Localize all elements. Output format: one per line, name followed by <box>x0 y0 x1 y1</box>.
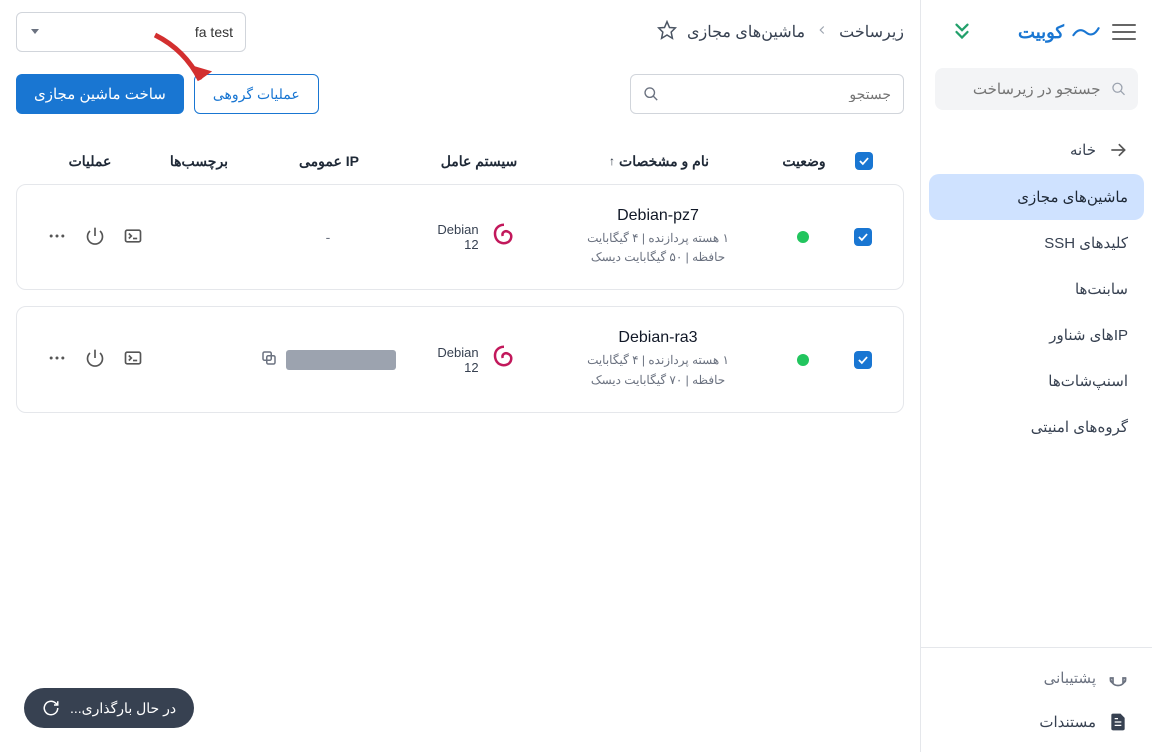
footer-docs[interactable]: مستندات <box>929 700 1144 744</box>
breadcrumb-root[interactable]: زیرساخت <box>839 22 904 42</box>
toast-text: در حال بارگذاری... <box>70 700 176 717</box>
ip-value: - <box>326 229 331 245</box>
breadcrumb: زیرساخت ماشین‌های مجازی <box>657 20 904 45</box>
nav-floating-ips[interactable]: IPهای شناور <box>929 312 1144 358</box>
vm-search-input[interactable] <box>667 86 891 102</box>
project-selected: fa test <box>195 24 233 40</box>
os-name: Debian <box>437 345 478 360</box>
header-ip: IP عمومی <box>254 153 404 170</box>
search-icon <box>643 85 659 103</box>
nav-subnets[interactable]: سابنت‌ها <box>929 266 1144 312</box>
select-all-checkbox[interactable] <box>855 152 873 170</box>
nav-label: گروه‌های امنیتی <box>1031 418 1128 436</box>
sidebar-search-input[interactable] <box>947 81 1101 98</box>
nav-label: سابنت‌ها <box>1075 280 1128 298</box>
secondary-logo-icon <box>948 18 976 46</box>
copy-icon[interactable] <box>260 349 278 370</box>
arrow-right-icon <box>1108 140 1128 160</box>
footer-label: پشتیبانی <box>1044 669 1096 687</box>
menu-icon[interactable] <box>1112 20 1136 44</box>
nav-list: خانه ماشین‌های مجازی کلیدهای SSH سابنت‌ه… <box>921 122 1152 454</box>
nav-security-groups[interactable]: گروه‌های امنیتی <box>929 404 1144 450</box>
search-icon <box>1111 80 1126 98</box>
header-name[interactable]: نام و مشخصات ↑ <box>554 153 764 170</box>
status-dot <box>797 354 809 366</box>
nav-ssh-keys[interactable]: کلیدهای SSH <box>929 220 1144 266</box>
group-operations-button[interactable]: عملیات گروهی <box>194 74 319 114</box>
caret-down-icon <box>29 24 41 40</box>
nav-label: اسنپ‌شات‌ها <box>1048 372 1128 390</box>
header-tags: برچسب‌ها <box>144 153 254 170</box>
support-icon <box>1108 668 1128 688</box>
chevron-left-icon <box>815 23 829 42</box>
header-actions: عملیات <box>36 153 144 170</box>
favorite-star-icon[interactable] <box>657 20 677 45</box>
vm-spec: ۱ هسته پردازنده | ۴ گیگابایتحافظه | ۵۰ گ… <box>587 229 729 267</box>
nav-label: خانه <box>1070 141 1096 159</box>
brand-name: کوبیت <box>1018 22 1064 43</box>
row-checkbox[interactable] <box>854 351 872 369</box>
toolbar: عملیات گروهی ساخت ماشین مجازی <box>16 74 904 114</box>
os-name: Debian <box>437 222 478 237</box>
nav-snapshots[interactable]: اسنپ‌شات‌ها <box>929 358 1144 404</box>
power-icon[interactable] <box>85 226 105 249</box>
sort-asc-icon: ↑ <box>609 154 615 168</box>
nav-vms[interactable]: ماشین‌های مجازی <box>929 174 1144 220</box>
vm-search[interactable] <box>630 74 904 114</box>
table-header: وضعیت نام و مشخصات ↑ سیستم عامل IP عمومی… <box>16 138 904 184</box>
sidebar-header: کوبیت <box>921 0 1152 64</box>
project-select[interactable]: fa test <box>16 12 246 52</box>
logo-wave-icon <box>1072 21 1100 44</box>
console-icon[interactable] <box>123 348 143 371</box>
vm-name: Debian-ra3 <box>587 329 729 347</box>
footer-support[interactable]: پشتیبانی <box>929 656 1144 700</box>
nav-label: ماشین‌های مجازی <box>1017 188 1128 206</box>
debian-icon <box>489 221 519 254</box>
refresh-icon <box>42 699 60 717</box>
table-row[interactable]: Debian-pz7 ۱ هسته پردازنده | ۴ گیگابایتح… <box>16 184 904 290</box>
row-checkbox[interactable] <box>854 228 872 246</box>
vm-name: Debian-pz7 <box>587 207 729 225</box>
power-icon[interactable] <box>85 348 105 371</box>
nav-home[interactable]: خانه <box>929 126 1144 174</box>
header-status: وضعیت <box>764 153 844 170</box>
console-icon[interactable] <box>123 226 143 249</box>
topbar: زیرساخت ماشین‌های مجازی fa test <box>16 0 904 64</box>
doc-icon <box>1108 712 1128 732</box>
table-row[interactable]: Debian-ra3 ۱ هسته پردازنده | ۴ گیگابایتح… <box>16 306 904 412</box>
main: زیرساخت ماشین‌های مجازی fa test عملیات گ… <box>0 0 920 752</box>
create-vm-button[interactable]: ساخت ماشین مجازی <box>16 74 184 114</box>
more-icon[interactable] <box>47 226 67 249</box>
brand-logo[interactable]: کوبیت <box>1018 21 1100 44</box>
footer-label: مستندات <box>1039 713 1096 731</box>
status-dot <box>797 231 809 243</box>
nav-label: کلیدهای SSH <box>1044 234 1128 252</box>
breadcrumb-current: ماشین‌های مجازی <box>687 22 805 42</box>
header-os: سیستم عامل <box>404 153 554 170</box>
ip-redacted <box>286 350 396 370</box>
nav-label: IPهای شناور <box>1049 326 1128 344</box>
sidebar-search[interactable] <box>935 68 1138 110</box>
os-ver: 12 <box>437 237 478 252</box>
debian-icon <box>489 343 519 376</box>
os-ver: 12 <box>437 360 478 375</box>
loading-toast: در حال بارگذاری... <box>24 688 194 728</box>
sidebar: کوبیت خانه ماشین‌های مجازی کلیدهای SSH س… <box>920 0 1152 752</box>
vm-table: وضعیت نام و مشخصات ↑ سیستم عامل IP عمومی… <box>16 138 904 413</box>
vm-spec: ۱ هسته پردازنده | ۴ گیگابایتحافظه | ۷۰ گ… <box>587 351 729 389</box>
sidebar-footer: پشتیبانی مستندات <box>921 647 1152 752</box>
more-icon[interactable] <box>47 348 67 371</box>
